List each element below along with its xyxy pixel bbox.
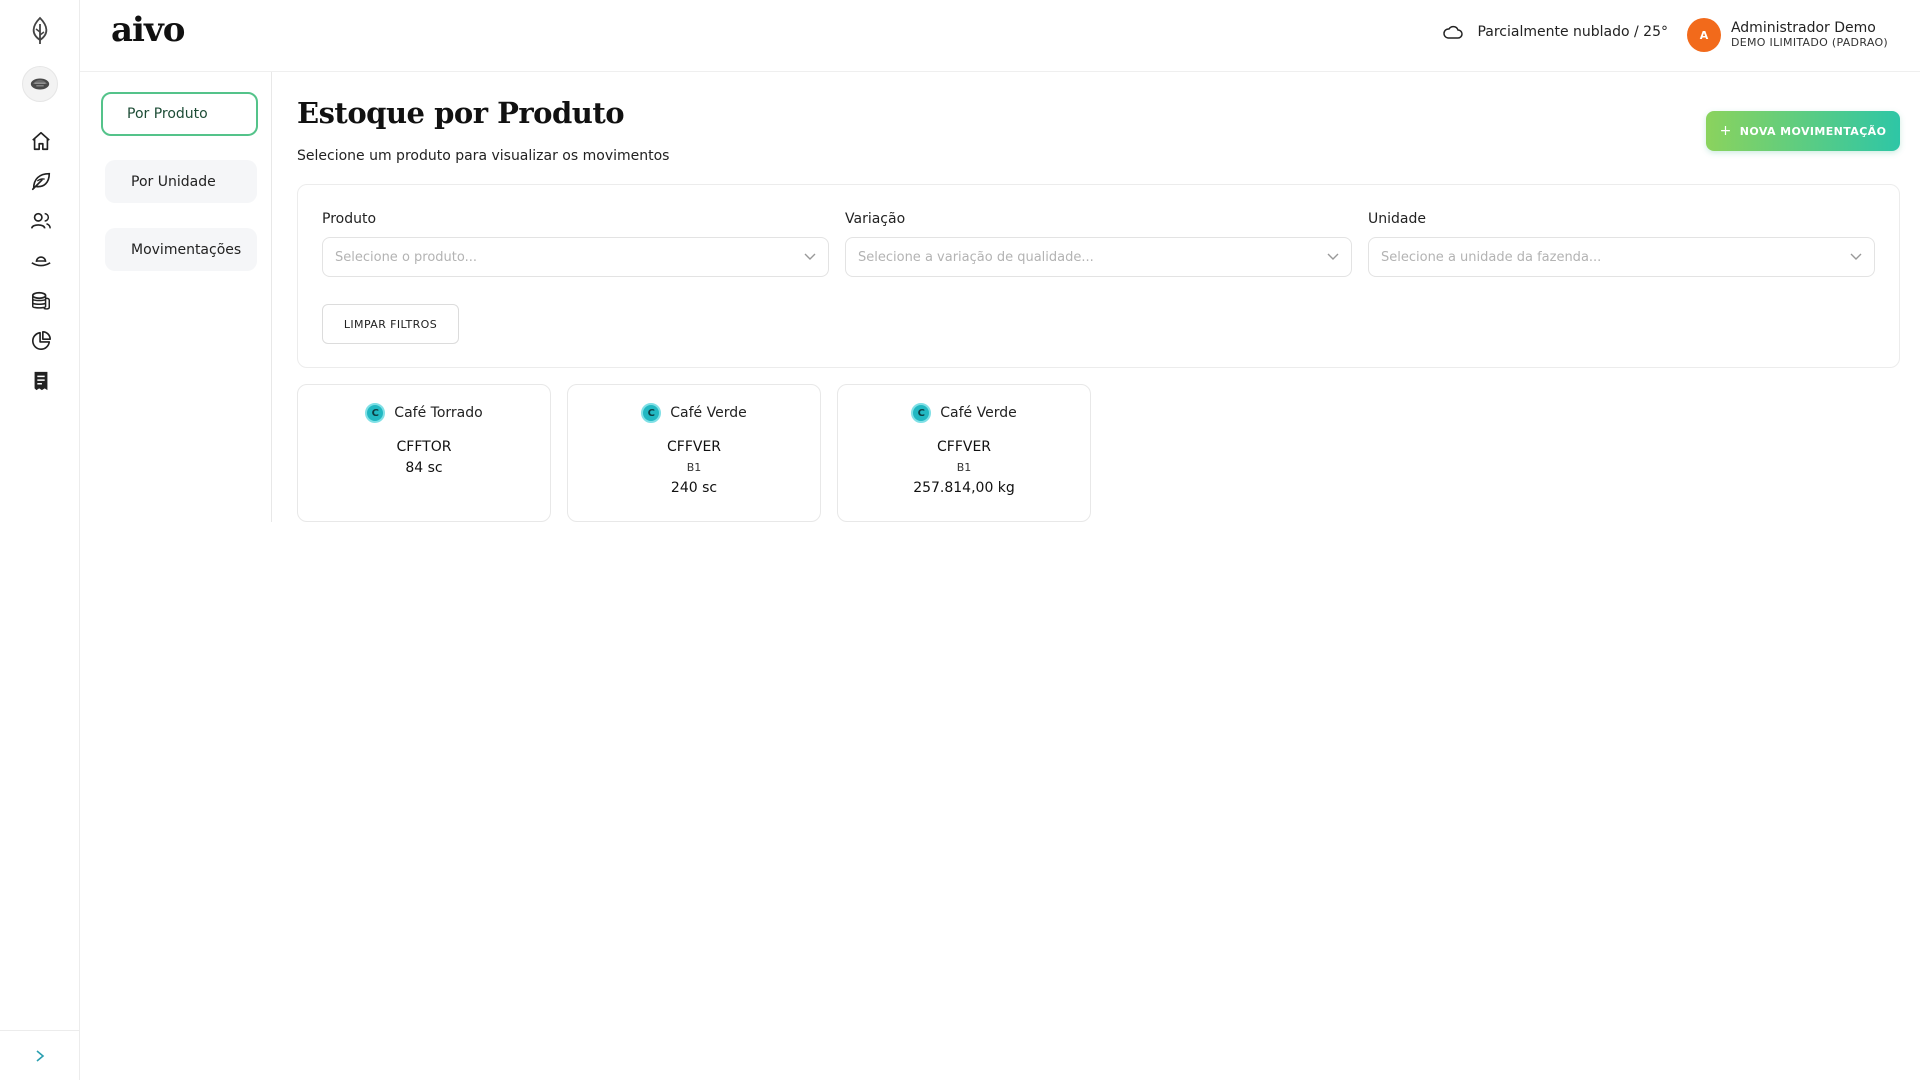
variation-filter: Variação Selecione a variação de qualida… (845, 211, 1352, 277)
chevron-down-icon (1327, 253, 1339, 260)
stock-subnav: Por Produto Por Unidade Movimentações (80, 72, 272, 522)
product-cards: C Café Torrado CFFTOR 84 sc C Café Verde… (297, 384, 1091, 522)
product-select[interactable]: Selecione o produto... (322, 237, 829, 277)
product-code: CFFVER (666, 439, 722, 455)
product-quantity: 240 sc (670, 480, 718, 496)
variation-select[interactable]: Selecione a variação de qualidade... (845, 237, 1352, 277)
product-card[interactable]: C Café Torrado CFFTOR 84 sc (297, 384, 551, 522)
pie-chart-icon[interactable] (28, 328, 54, 354)
clear-filters-button[interactable]: LIMPAR FILTROS (322, 304, 459, 344)
product-code: CFFTOR (396, 439, 452, 455)
weather-widget: Parcialmente nublado / 25° (1443, 24, 1668, 40)
variation-select-placeholder: Selecione a variação de qualidade... (858, 249, 1094, 265)
hat-icon[interactable] (28, 248, 54, 274)
chevron-down-icon (1850, 253, 1862, 260)
plus-icon: + (1719, 123, 1732, 139)
product-variation: B1 (686, 461, 702, 474)
leaf-drop-icon[interactable] (27, 16, 53, 46)
variation-filter-label: Variação (845, 211, 906, 227)
unit-filter-label: Unidade (1368, 211, 1426, 227)
product-name: Café Torrado (394, 405, 483, 421)
product-filter: Produto Selecione o produto... (322, 211, 829, 277)
product-card[interactable]: C Café Verde CFFVER B1 240 sc (567, 384, 821, 522)
product-name: Café Verde (940, 405, 1017, 421)
product-badge: C (365, 403, 386, 423)
expand-rail-button[interactable] (0, 1030, 80, 1080)
new-movement-label: NOVA MOVIMENTAÇÃO (1739, 124, 1887, 138)
page-subtitle: Selecione um produto para visualizar os … (297, 148, 670, 164)
top-bar: aivo Parcialmente nublado / 25° A Admini… (80, 0, 1920, 72)
product-quantity: 84 sc (405, 460, 443, 476)
product-card-header: C Café Verde (838, 402, 1090, 424)
chevron-right-icon (36, 1049, 45, 1062)
new-movement-button[interactable]: + NOVA MOVIMENTAÇÃO (1706, 111, 1900, 151)
user-name: Administrador Demo (1730, 20, 1876, 36)
product-select-placeholder: Selecione o produto... (335, 249, 478, 265)
subnav-item-por-produto[interactable]: Por Produto (101, 92, 258, 136)
page-title: Estoque por Produto (297, 96, 625, 130)
product-filter-label: Produto (322, 211, 377, 227)
coins-icon[interactable] (28, 288, 54, 314)
avatar[interactable]: A (1686, 18, 1721, 52)
product-variation: B1 (956, 461, 972, 474)
product-badge: C (911, 403, 932, 423)
product-card-header: C Café Verde (568, 402, 820, 424)
home-icon[interactable] (28, 128, 54, 154)
brand-logo[interactable]: aivo (111, 10, 185, 50)
weather-text: Parcialmente nublado / 25° (1477, 24, 1668, 40)
unit-filter: Unidade Selecione a unidade da fazenda..… (1368, 211, 1875, 277)
product-code: CFFVER (936, 439, 992, 455)
subnav-item-por-unidade[interactable]: Por Unidade (105, 160, 257, 203)
cloud-icon (1443, 25, 1464, 39)
user-plan: DEMO ILIMITADO (PADRAO) (1730, 36, 1888, 49)
filters-panel: Produto Selecione o produto... Variação … (297, 184, 1900, 368)
unit-select-placeholder: Selecione a unidade da fazenda... (1381, 249, 1602, 265)
users-icon[interactable] (28, 208, 54, 234)
product-card[interactable]: C Café Verde CFFVER B1 257.814,00 kg (837, 384, 1091, 522)
receipt-icon[interactable] (28, 368, 54, 394)
icon-rail (0, 0, 80, 1080)
unit-select[interactable]: Selecione a unidade da fazenda... (1368, 237, 1875, 277)
leaf-icon[interactable] (28, 168, 54, 194)
product-name: Café Verde (670, 405, 747, 421)
product-badge: C (641, 403, 662, 423)
user-menu[interactable]: A Administrador Demo DEMO ILIMITADO (PAD… (1686, 18, 1888, 52)
user-info: Administrador Demo DEMO ILIMITADO (PADRA… (1731, 20, 1888, 50)
farm-logo-icon (30, 78, 50, 90)
subnav-item-movimentacoes[interactable]: Movimentações (105, 228, 257, 271)
chevron-down-icon (804, 253, 816, 260)
farm-avatar[interactable] (22, 66, 58, 102)
product-card-header: C Café Torrado (298, 402, 550, 424)
product-quantity: 257.814,00 kg (913, 480, 1015, 496)
